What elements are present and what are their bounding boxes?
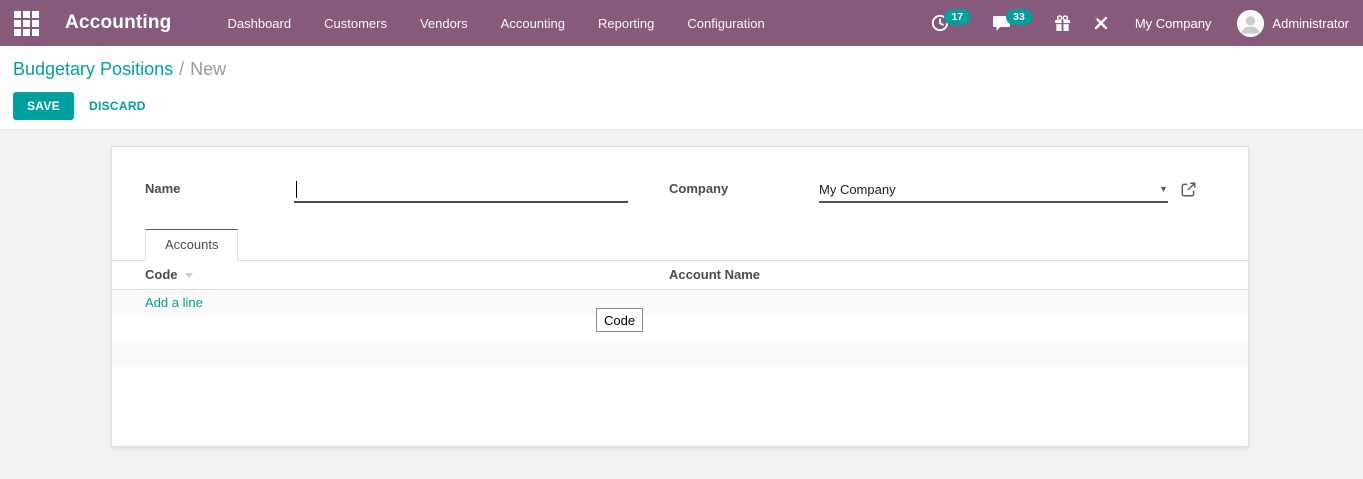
table-header-row: Code Account Name — [112, 261, 1248, 289]
tab-strip: Accounts — [112, 229, 1248, 261]
breadcrumb-parent-link[interactable]: Budgetary Positions — [13, 59, 173, 79]
column-header-account-name[interactable]: Account Name — [669, 261, 1248, 289]
navbar-systray: 17 33 My Company Administrator — [909, 10, 1349, 37]
sort-desc-icon — [185, 273, 193, 278]
message-count-badge: 33 — [1006, 9, 1032, 25]
nav-item-vendors[interactable]: Vendors — [420, 16, 468, 31]
main-menu: Dashboard Customers Vendors Accounting R… — [228, 16, 765, 31]
gift-icon — [1054, 15, 1071, 32]
form-sheet: Name Company My Company ▾ Accounts — [111, 146, 1249, 447]
tools-button[interactable] — [1093, 15, 1109, 31]
external-link-icon[interactable] — [1181, 177, 1196, 203]
company-field-label: Company — [669, 177, 819, 203]
activity-count-badge: 17 — [944, 9, 970, 25]
add-a-line-link[interactable]: Add a line — [112, 295, 203, 310]
code-header-label: Code — [145, 267, 178, 282]
user-avatar — [1237, 10, 1264, 37]
account-name-header-label: Account Name — [669, 267, 760, 282]
code-tooltip: Code — [596, 308, 643, 332]
breadcrumb-separator: / — [173, 59, 190, 79]
nav-item-accounting[interactable]: Accounting — [501, 16, 565, 31]
content-area: Name Company My Company ▾ Accounts — [0, 130, 1363, 479]
name-input[interactable] — [294, 177, 628, 201]
top-navbar: Accounting Dashboard Customers Vendors A… — [0, 0, 1363, 46]
company-select-field[interactable]: My Company ▾ — [819, 177, 1168, 203]
control-panel: Budgetary Positions/New SAVE DISCARD — [0, 46, 1363, 130]
text-cursor — [296, 181, 297, 198]
nav-item-dashboard[interactable]: Dashboard — [228, 16, 292, 31]
name-field-label: Name — [145, 177, 294, 203]
gift-button[interactable] — [1054, 15, 1071, 32]
tools-icon — [1093, 15, 1109, 31]
chevron-down-icon[interactable]: ▾ — [1161, 184, 1168, 195]
table-row — [112, 341, 1248, 367]
nav-item-reporting[interactable]: Reporting — [598, 16, 654, 31]
form-fields-row: Name Company My Company ▾ — [112, 147, 1248, 203]
apps-grid-icon[interactable] — [12, 10, 40, 36]
messages-button[interactable]: 33 — [992, 15, 1032, 32]
nav-item-customers[interactable]: Customers — [324, 16, 387, 31]
notebook: Accounts Code Account Name Add a line — [112, 229, 1248, 393]
table-row — [112, 315, 1248, 341]
name-input-wrap — [294, 177, 628, 203]
breadcrumb: Budgetary Positions/New — [13, 57, 1363, 81]
discard-button[interactable]: DISCARD — [89, 99, 146, 113]
table-row — [112, 367, 1248, 393]
company-switcher[interactable]: My Company — [1135, 16, 1212, 31]
activities-button[interactable]: 17 — [931, 14, 970, 32]
save-button[interactable]: SAVE — [13, 92, 74, 120]
tab-accounts[interactable]: Accounts — [145, 229, 238, 261]
nav-item-configuration[interactable]: Configuration — [687, 16, 764, 31]
company-field-value: My Company — [819, 182, 896, 197]
column-header-code[interactable]: Code — [112, 261, 669, 289]
user-name: Administrator — [1272, 16, 1349, 31]
user-menu[interactable]: Administrator — [1237, 10, 1349, 37]
accounts-table: Code Account Name Add a line — [112, 261, 1248, 393]
app-title: Accounting — [65, 12, 172, 34]
breadcrumb-current: New — [190, 59, 226, 79]
table-row: Add a line — [112, 289, 1248, 315]
